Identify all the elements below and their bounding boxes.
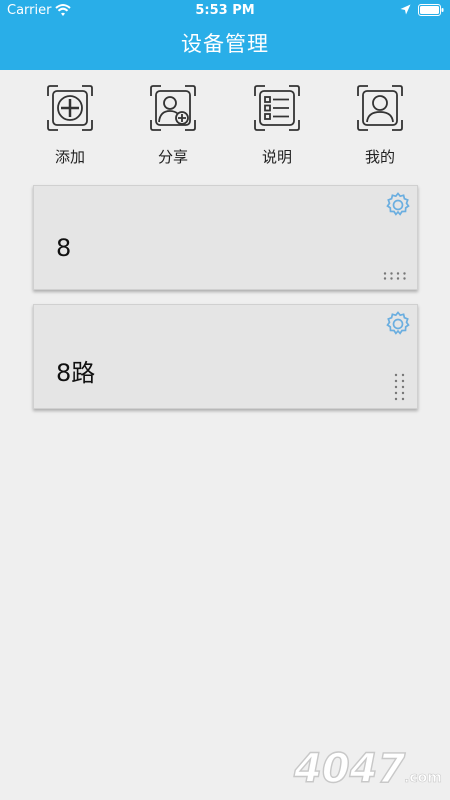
status-bar: Carrier 5:53 PM (0, 0, 450, 22)
gear-icon[interactable] (384, 191, 412, 219)
profile-label: 我的 (364, 148, 395, 166)
share-label: 分享 (157, 148, 188, 166)
page-title: 设备管理 (181, 32, 269, 56)
instructions-label: 说明 (261, 148, 292, 166)
device-name: 8路 (56, 359, 96, 387)
app-header: Carrier 5:53 PM 设备管理 (0, 0, 450, 70)
watermark-logo: 4047 .com (292, 745, 442, 792)
svg-text:.com: .com (404, 770, 442, 786)
dots-horizontal-icon (383, 272, 406, 280)
status-time: 5:53 PM (195, 3, 255, 18)
share-user-icon (150, 85, 196, 131)
list-icon (254, 85, 300, 131)
profile-button[interactable]: 我的 (340, 84, 420, 167)
action-bar: 添加 分享 说明 我的 (0, 84, 450, 174)
battery-icon (418, 4, 444, 16)
share-button[interactable]: 分享 (133, 84, 213, 167)
add-icon (47, 85, 93, 131)
svg-text:4047: 4047 (293, 746, 405, 792)
location-arrow-icon (400, 4, 411, 15)
profile-icon (357, 85, 403, 131)
device-card[interactable]: 8路 (33, 304, 418, 409)
device-name: 8 (56, 234, 72, 262)
gear-icon[interactable] (384, 310, 412, 338)
add-label: 添加 (54, 148, 85, 166)
device-card[interactable]: 8 (33, 185, 418, 290)
add-button[interactable]: 添加 (30, 84, 110, 167)
dots-vertical-icon (394, 373, 405, 401)
instructions-button[interactable]: 说明 (237, 84, 317, 167)
